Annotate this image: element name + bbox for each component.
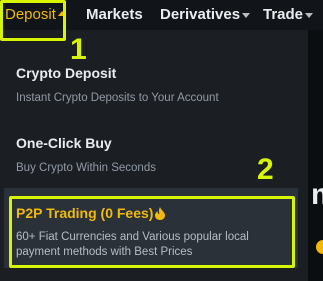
menu-item-crypto-deposit[interactable]: Crypto Deposit Instant Crypto Deposits t… xyxy=(16,65,219,106)
menu-item-description: Instant Crypto Deposits to Your Account xyxy=(16,92,219,104)
nav-markets[interactable]: Markets xyxy=(86,6,143,24)
menu-item-title: One-Click Buy xyxy=(16,135,112,151)
nav-derivatives-label: Derivatives xyxy=(160,6,241,23)
partial-page-text: m xyxy=(311,180,323,210)
coin-icon xyxy=(316,240,323,254)
nav-markets-label: Markets xyxy=(86,6,143,23)
nav-derivatives[interactable]: Derivatives xyxy=(160,6,251,24)
step-number-2: 2 xyxy=(257,153,274,186)
highlight-box-p2p xyxy=(9,196,295,268)
caret-down-icon xyxy=(242,12,251,18)
nav-trade[interactable]: Trade xyxy=(263,6,314,24)
menu-item-description: Buy Crypto Within Seconds xyxy=(16,162,156,174)
menu-item-one-click-buy[interactable]: One-Click Buy Buy Crypto Within Seconds xyxy=(16,135,156,176)
caret-down-icon xyxy=(305,12,314,18)
nav-trade-label: Trade xyxy=(263,6,304,23)
step-number-1: 1 xyxy=(70,33,87,66)
menu-item-title: Crypto Deposit xyxy=(16,65,117,81)
highlight-box-deposit xyxy=(0,0,66,41)
